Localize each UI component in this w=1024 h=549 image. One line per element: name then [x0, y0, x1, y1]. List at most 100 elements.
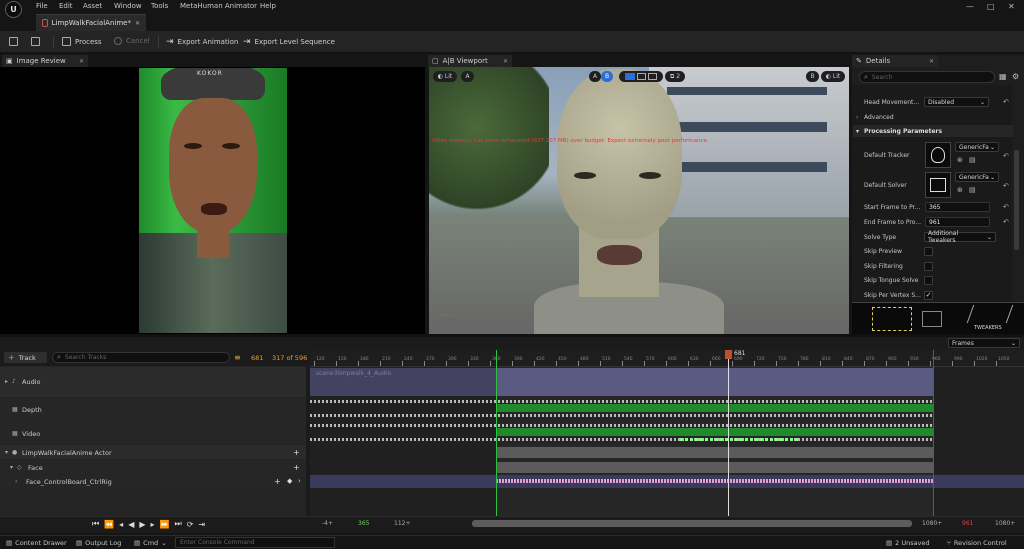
face-lane-bar[interactable]	[496, 462, 934, 473]
step-back-icon[interactable]: ⏪	[104, 520, 114, 529]
key-diamond-icon[interactable]: ◆	[287, 477, 292, 485]
playhead-handle[interactable]	[725, 350, 732, 359]
timeline-scrollbar[interactable]	[472, 520, 912, 527]
next-key-icon[interactable]: ›	[298, 477, 301, 485]
browse-icon[interactable]: ▤	[969, 156, 976, 164]
unreal-logo-icon[interactable]: U	[5, 1, 22, 18]
view-start-readout[interactable]: -4+	[322, 520, 333, 527]
chevron-right-icon[interactable]: ›	[15, 478, 17, 485]
advanced-section[interactable]: Advanced	[864, 114, 894, 121]
output-log-button[interactable]: ▤ Output Log	[76, 539, 121, 547]
current-frame-readout[interactable]: 681	[251, 354, 263, 362]
revision-control-button[interactable]: ⑂ Revision Control	[947, 539, 1007, 547]
filter-icon[interactable]: ≡	[234, 353, 241, 362]
reverse-play-icon[interactable]: ◀	[128, 520, 134, 529]
add-to-face-icon[interactable]: +	[293, 463, 300, 472]
skip-filtering-checkbox[interactable]	[924, 262, 933, 271]
split-count-button[interactable]: ⧉ 2	[665, 71, 685, 82]
face-track-row[interactable]	[0, 460, 306, 474]
details-search-box[interactable]: ⌕ Search	[859, 71, 995, 83]
menu-tools[interactable]: Tools	[151, 2, 168, 10]
console-input[interactable]: Enter Console Command	[175, 537, 335, 548]
play-end-readout[interactable]: 961	[962, 520, 973, 527]
unsaved-button[interactable]: ▤ 2 Unsaved	[886, 539, 930, 547]
details-tab[interactable]: ✎ Details ✕	[852, 55, 938, 67]
time-display-dropdown[interactable]: Frames ⌄	[948, 338, 1020, 348]
video-track-row[interactable]	[0, 421, 306, 443]
depth-track-row[interactable]	[0, 398, 306, 420]
lit-left-button[interactable]: ◐ Lit	[433, 71, 457, 82]
prev-key-icon[interactable]: ◂	[119, 520, 123, 529]
a-center-button[interactable]: A	[589, 71, 601, 82]
view-in-readout[interactable]: 112+	[394, 520, 410, 527]
chevron-down-icon[interactable]: ▾	[5, 449, 8, 456]
loop-icon[interactable]: ⟳	[187, 520, 194, 529]
default-solver-dropdown[interactable]: GenericFa ⌄	[955, 172, 999, 182]
maximize-icon[interactable]: □	[987, 2, 995, 11]
end-frame-input[interactable]: 961	[925, 217, 990, 227]
lit-right-button[interactable]: ◐ Lit	[821, 71, 845, 82]
add-key-icon[interactable]: +	[274, 477, 281, 486]
document-tab[interactable]: LimpWalkFacialAnime* ✕	[36, 14, 146, 31]
add-to-actor-icon[interactable]: +	[293, 448, 300, 457]
jump-to-start-icon[interactable]: ⏮	[92, 519, 99, 529]
add-track-button[interactable]: + Track	[4, 352, 47, 363]
reset-arrow-icon[interactable]: ↶	[1003, 182, 1009, 190]
step-forward-icon[interactable]: ⏩	[160, 520, 170, 529]
export-level-sequence-button[interactable]: ⇥ Export Level Sequence	[243, 37, 335, 47]
skip-tongue-solve-checkbox[interactable]	[924, 276, 933, 285]
menu-asset[interactable]: Asset	[83, 2, 102, 10]
use-selected-arrow-icon[interactable]: ⊛	[957, 186, 963, 194]
menu-metahuman-animator[interactable]: MetaHuman Animator	[180, 2, 257, 10]
head-movement-dropdown[interactable]: Disabled ⌄	[924, 97, 989, 107]
menu-edit[interactable]: Edit	[59, 2, 73, 10]
settings-gear-icon[interactable]: ⚙	[1012, 72, 1019, 81]
cancel-button[interactable]: Cancel	[114, 37, 150, 45]
cmd-dropdown[interactable]: ▤ Cmd ⌄	[134, 539, 167, 547]
a-left-button[interactable]: A	[461, 71, 474, 82]
details-scrollbar[interactable]	[1014, 150, 1019, 250]
close-tab-icon[interactable]: ✕	[135, 20, 140, 27]
playback-start-marker[interactable]	[496, 350, 497, 517]
save-icon[interactable]	[9, 37, 18, 46]
menu-file[interactable]: File	[36, 2, 48, 10]
default-tracker-dropdown[interactable]: GenericFa ⌄	[955, 142, 999, 152]
use-selected-arrow-icon[interactable]: ⊛	[957, 156, 963, 164]
split-view-buttons[interactable]	[619, 71, 663, 82]
reset-arrow-icon[interactable]: ↶	[1003, 152, 1009, 160]
chevron-down-icon[interactable]: ▾	[10, 464, 13, 471]
content-drawer-button[interactable]: ▤ Content Drawer	[6, 539, 67, 547]
b-right-button[interactable]: B	[806, 71, 819, 82]
chevron-right-icon[interactable]: ▸	[5, 378, 8, 385]
ab-viewport[interactable]: Video memory has been exhausted (927.207…	[429, 67, 849, 334]
reset-arrow-icon[interactable]: ↶	[1003, 203, 1009, 211]
play-start-readout[interactable]: 365	[358, 520, 369, 527]
minimize-icon[interactable]: —	[966, 2, 974, 11]
audio-track-row[interactable]	[0, 367, 306, 397]
view-end-readout[interactable]: 1080+	[995, 520, 1015, 527]
b-center-button[interactable]: B	[601, 71, 613, 82]
browse-icon[interactable]: ▤	[969, 186, 976, 194]
process-button[interactable]: Process	[62, 37, 102, 46]
export-animation-button[interactable]: ⇥ Export Animation	[166, 37, 238, 47]
start-frame-input[interactable]: 365	[925, 202, 990, 212]
skip-per-vertex-checkbox[interactable]: ✓	[924, 291, 933, 300]
property-matrix-icon[interactable]: ▦	[999, 72, 1007, 81]
reset-arrow-icon[interactable]: ↶	[1003, 98, 1009, 106]
close-window-icon[interactable]: ✕	[1008, 2, 1015, 11]
next-key-icon[interactable]: ▸	[151, 520, 155, 529]
play-icon[interactable]: ▶	[139, 520, 145, 529]
jump-to-end-icon[interactable]: ⏭	[174, 519, 181, 529]
image-review-tab[interactable]: ▣ Image Review ✕	[2, 55, 88, 67]
solver-thumbnail[interactable]	[925, 172, 951, 198]
reset-arrow-icon[interactable]: ↶	[1003, 218, 1009, 226]
tracker-thumbnail[interactable]	[925, 142, 951, 168]
actor-lane-bar[interactable]	[496, 447, 934, 458]
view-out-readout[interactable]: 1080+	[922, 520, 942, 527]
range-icon[interactable]: ⇥	[198, 520, 205, 529]
search-tracks-input[interactable]: ⌕ Search Tracks	[52, 352, 230, 363]
playhead-line[interactable]	[728, 357, 729, 517]
menu-window[interactable]: Window	[114, 2, 142, 10]
chevron-right-icon[interactable]: ›	[856, 114, 858, 121]
browse-folder-icon[interactable]	[31, 37, 40, 46]
